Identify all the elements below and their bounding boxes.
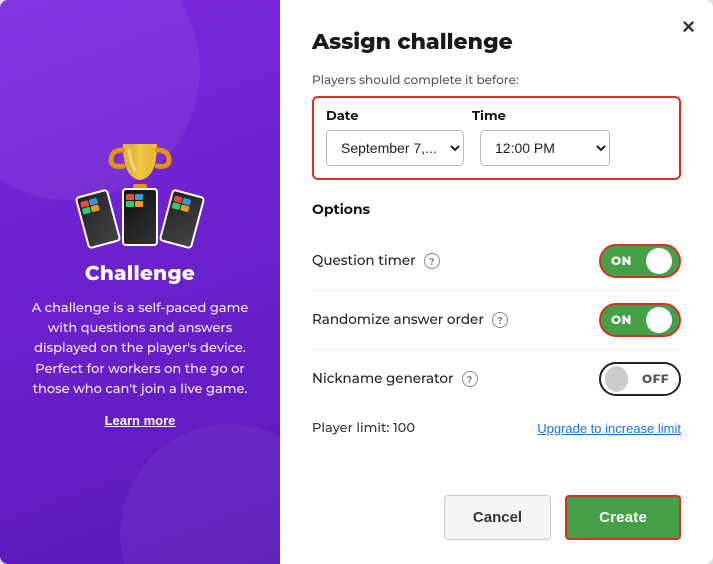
date-time-box: Date Time September 7,... September 8,..… <box>312 96 681 180</box>
toggle-on-label-2: ON <box>601 305 642 335</box>
toggle-off-label-3: OFF <box>632 364 679 394</box>
toggle-thumb-3 <box>605 366 628 392</box>
option-label-nickname: Nickname generator ? <box>312 371 478 387</box>
panel-description: A challenge is a self-paced game with qu… <box>24 298 256 399</box>
option-row-randomize: Randomize answer order ? ON <box>312 291 681 350</box>
question-timer-help-icon[interactable]: ? <box>424 253 440 269</box>
close-button[interactable]: × <box>682 16 695 38</box>
time-select[interactable]: 12:00 PM 1:00 PM 11:00 AM <box>480 130 610 166</box>
panel-title: Challenge <box>85 262 195 286</box>
cancel-button[interactable]: Cancel <box>444 495 551 540</box>
nickname-help-icon[interactable]: ? <box>462 371 478 387</box>
dialog-title: Assign challenge <box>312 28 681 55</box>
dt-selects: September 7,... September 8,... Septembe… <box>326 130 667 166</box>
toggle-on-label-1: ON <box>601 246 642 276</box>
player-limit-row: Player limit: 100 Upgrade to increase li… <box>312 410 681 436</box>
question-timer-toggle[interactable]: ON <box>599 244 681 278</box>
option-label-question-timer: Question timer ? <box>312 253 440 269</box>
left-panel: Challenge A challenge is a self-paced ga… <box>0 0 280 564</box>
toggle-thumb-2 <box>646 307 672 333</box>
date-select[interactable]: September 7,... September 8,... Septembe… <box>326 130 464 166</box>
upgrade-link-button[interactable]: Upgrade to increase limit <box>537 421 681 436</box>
right-panel: × Assign challenge Players should comple… <box>280 0 713 564</box>
learn-more-button[interactable]: Learn more <box>105 413 176 428</box>
date-header: Date <box>326 108 456 124</box>
option-label-randomize: Randomize answer order ? <box>312 312 508 328</box>
randomize-toggle[interactable]: ON <box>599 303 681 337</box>
player-limit-text: Player limit: 100 <box>312 420 415 436</box>
option-row-nickname: Nickname generator ? OFF <box>312 350 681 408</box>
assign-challenge-modal: Challenge A challenge is a self-paced ga… <box>0 0 713 564</box>
deadline-label: Players should complete it before: <box>312 73 681 88</box>
option-row-question-timer: Question timer ? ON <box>312 232 681 291</box>
time-header: Time <box>472 108 602 124</box>
randomize-help-icon[interactable]: ? <box>492 312 508 328</box>
phone-center-icon <box>122 188 158 246</box>
options-list: Question timer ? ON Randomize answer ord… <box>312 232 681 408</box>
options-title: Options <box>312 200 681 218</box>
toggle-thumb-1 <box>646 248 672 274</box>
footer-actions: Cancel Create <box>312 479 681 540</box>
nickname-toggle[interactable]: OFF <box>599 362 681 396</box>
create-button[interactable]: Create <box>565 495 681 540</box>
dt-headers: Date Time <box>326 108 667 124</box>
trophy-area <box>75 136 205 246</box>
